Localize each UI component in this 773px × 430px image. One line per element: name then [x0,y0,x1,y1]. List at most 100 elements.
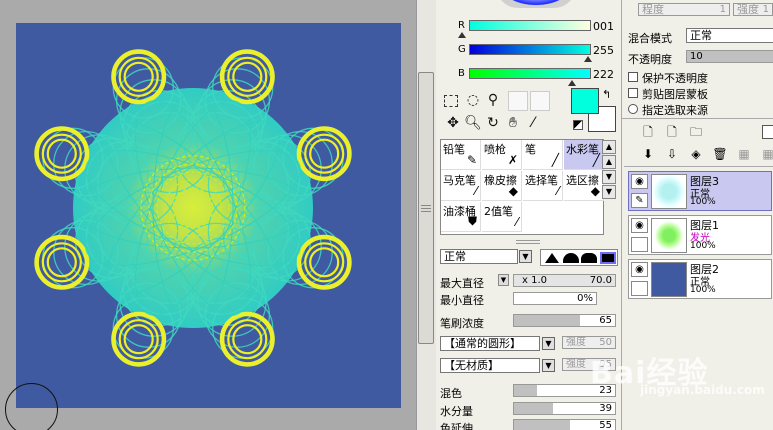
delete-layer-icon[interactable]: 🗑︎ [712,146,728,162]
brush-eraser[interactable]: 橡皮擦 ◆ [482,171,522,201]
blue-value[interactable]: 222 [586,68,614,81]
layer-lock-checkbox[interactable] [631,281,648,296]
eye-icon[interactable]: ◉ [631,262,648,277]
hand-icon[interactable]: ✋︎ [504,114,522,132]
eyedropper-icon[interactable]: ⁄ [524,114,542,132]
brush-watercolor[interactable]: 水彩笔 ╱ [564,140,604,170]
splitter[interactable] [516,240,540,244]
clear-layer-icon[interactable]: ◈ [688,146,704,162]
hardness-4-icon [600,252,616,264]
new-linework-layer-icon[interactable]: 🗋︎ [664,124,680,140]
protect-opacity-label: 保护不透明度 [642,72,708,85]
water-label: 水分量 [440,405,473,418]
reset-colors-icon[interactable] [573,120,583,130]
hardness-2-icon [563,253,579,263]
move-icon[interactable]: ✥ [444,114,462,132]
density-slider[interactable]: 65 [513,314,616,327]
brush-pencil[interactable]: 铅笔 ✎ [441,140,481,170]
red-value[interactable]: 001 [586,20,614,33]
pencil-icon: ✎ [466,153,477,167]
brush-scroll-up2-icon[interactable]: ▲ [602,155,616,169]
layer-thumbnail [651,174,687,209]
layer-panel-scroll-icon[interactable] [762,125,773,139]
airbrush-icon: ✗ [507,153,518,167]
green-slider[interactable] [469,44,591,55]
rotate-icon[interactable]: ↻ [484,114,502,132]
brush-shape-dropdown-icon[interactable]: ▼ [542,337,555,350]
water-slider[interactable]: 39 [513,402,616,415]
brush-mode-select[interactable]: 正常 [440,249,518,264]
layer-lock-checkbox[interactable] [631,237,648,252]
transfer-down-icon[interactable]: ⇩ [664,146,680,162]
primary-color-swatch[interactable] [571,88,599,114]
pen-icon: ╱ [551,153,559,167]
brush-cursor [5,383,58,430]
select-rect-icon[interactable] [444,95,458,107]
eye-icon[interactable]: ◉ [631,174,648,189]
brush-pen[interactable]: 笔 ╱ [523,140,563,170]
divider [622,118,773,119]
color-wheel[interactable] [496,0,576,8]
magic-wand-icon[interactable]: ⚲ [484,91,502,109]
layer-item[interactable]: ◉ ✎ 图层3 正常 100% [628,171,772,211]
empty-tool-slot [508,91,528,111]
brush-select-pen[interactable]: 选择笔 ⁄ [523,171,563,201]
brush-airbrush[interactable]: 喷枪 ✗ [482,140,522,170]
layer-item[interactable]: ◉ 图层2 正常 100% [628,259,772,299]
opacity-label: 不透明度 [628,53,672,66]
merge-down-icon[interactable]: ⬇︎ [640,146,656,162]
density-label: 笔刷浓度 [440,317,484,330]
new-folder-icon[interactable]: 🗀︎ [688,124,704,140]
brush-scroll-down-icon[interactable]: ▼ [602,170,616,184]
blue-label: B [458,68,465,79]
select-pen-icon: ⁄ [556,184,559,198]
brush-select-eraser[interactable]: 选区擦 ◆ [564,171,604,201]
brush-marker[interactable]: 马克笔 ⁄ [441,171,481,201]
layer-opacity-slider[interactable]: 10 [686,50,773,63]
min-size-slider[interactable]: 0% [513,292,597,305]
red-label: R [458,20,465,31]
layer-item[interactable]: ◉ 图层1 发光 100% [628,215,772,255]
brush-texture-dropdown-icon[interactable]: ▼ [542,359,555,372]
brush-mode-dropdown-icon[interactable]: ▼ [519,250,532,263]
brush-shape-select[interactable]: 【通常的圆形】 [440,336,540,351]
persistence-slider[interactable]: 55 [513,419,616,430]
scrollbar-thumb[interactable] [418,72,434,344]
brush-bucket[interactable]: 油漆桶 ⛊ [441,202,481,232]
divider [624,166,773,167]
watermark-url: jingyan.baidu.com [640,383,765,397]
blue-slider[interactable] [469,68,591,79]
eye-icon[interactable]: ◉ [631,218,648,233]
clip-mask-checkbox[interactable] [628,88,638,98]
select-source-radio[interactable] [628,104,638,114]
select-source-label: 指定选取来源 [642,104,708,117]
lasso-icon[interactable]: ◌ [464,91,482,109]
layer-opacity: 100% [690,197,716,207]
protect-opacity-checkbox[interactable] [628,72,638,82]
brush-texture-select[interactable]: 【无材质】 [440,358,540,373]
red-slider-handle[interactable] [458,32,466,38]
watercolor-icon: ╱ [592,153,600,167]
brush-binary-pen[interactable]: 2值笔 ⁄ [482,202,522,232]
new-layer-icon[interactable]: 🗋︎ [640,124,656,140]
empty-tool-slot [530,91,550,111]
swap-colors-icon[interactable]: ↰ [602,88,611,101]
clip-mask-label: 剪贴图层蒙板 [642,88,708,101]
pen-lock-icon[interactable]: ✎ [631,193,648,208]
layer-opacity: 100% [690,241,716,251]
max-size-dropdown-icon[interactable]: ▼ [498,274,509,286]
blue-slider-handle[interactable] [568,80,576,86]
artboard[interactable] [16,23,401,408]
degree-field-1: 程度 1 [638,3,730,16]
brush-scroll-down2-icon[interactable]: ▼ [602,185,616,199]
brush-edge-hardness[interactable] [540,249,618,266]
layer-blend-mode-select[interactable]: 正常 [686,28,773,43]
red-slider[interactable] [469,20,591,31]
brush-scroll-up-icon[interactable]: ▲ [602,140,616,154]
green-value[interactable]: 255 [586,44,614,57]
eraser-icon: ◆ [508,184,518,198]
marker-icon: ⁄ [474,184,477,198]
zoom-icon[interactable]: 🔍︎ [464,114,482,132]
select-eraser-icon: ◆ [590,184,600,198]
max-size-field[interactable]: x 1.0 70.0 [513,274,616,287]
